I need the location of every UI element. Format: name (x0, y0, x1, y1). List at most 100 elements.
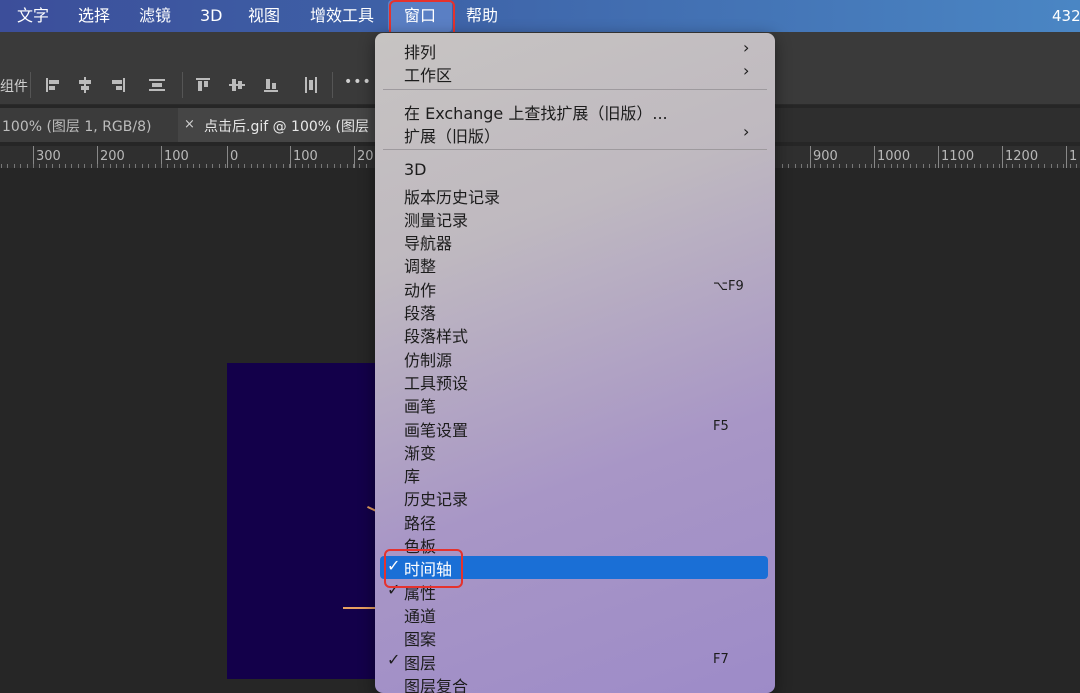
menu-item[interactable]: 调整 (375, 252, 775, 277)
menu-item[interactable]: 段落样式 (375, 322, 775, 347)
ruler-label: 20 (357, 149, 374, 164)
menu-item-label: 段落样式 (404, 327, 469, 347)
menu-item[interactable]: 仿制源 (375, 346, 775, 370)
menu-shortcut: ⌥F9 (713, 278, 744, 294)
ruler-label: 100 (293, 149, 318, 164)
menu-item[interactable]: 在 Exchange 上查找扩展（旧版）... (375, 99, 775, 123)
menu-item-label: 3D (404, 160, 427, 180)
menu-shortcut: F5 (713, 418, 729, 434)
document-tab-2[interactable]: × 点击后.gif @ 100% (图层 (178, 108, 378, 142)
menu-item-label: 历史记录 (404, 490, 469, 510)
ruler-major-tick (1066, 146, 1067, 168)
document-canvas[interactable] (227, 363, 377, 679)
menu-select[interactable]: 选择 (78, 0, 110, 32)
menu-item[interactable]: 版本历史记录 (375, 183, 775, 207)
separator (332, 72, 333, 98)
menu-item-label: 版本历史记录 (404, 187, 501, 207)
tab-title: 100% (图层 1, RGB/8) (2, 119, 152, 135)
menu-plugins[interactable]: 增效工具 (310, 0, 374, 32)
menu-item-label: 图层复合 (404, 676, 469, 693)
menu-help[interactable]: 帮助 (466, 0, 498, 32)
menu-item[interactable]: 测量记录 (375, 206, 775, 230)
ruler-label: 300 (36, 149, 61, 164)
submenu-chevron-icon: › (743, 121, 750, 141)
menu-item-label: 渐变 (404, 443, 437, 463)
separator (182, 72, 183, 98)
menu-filter[interactable]: 滤镜 (139, 0, 171, 32)
menu-item[interactable]: 图案 (375, 625, 775, 650)
menu-item-label: 段落 (404, 304, 437, 323)
menu-item[interactable]: 排列 › (375, 38, 775, 62)
menu-item-label: 调整 (404, 257, 437, 277)
menu-item[interactable]: 工作区 › (375, 61, 775, 86)
ruler-major-tick (874, 146, 875, 168)
separator (30, 72, 31, 98)
tab-title: 点击后.gif @ 100% (图层 (204, 119, 369, 135)
menu-item[interactable]: ✓ 图层 F7 (375, 649, 775, 673)
checkmark-icon: ✓ (387, 649, 401, 669)
menu-item[interactable]: 路径 (375, 509, 775, 533)
menu-view[interactable]: 视图 (248, 0, 280, 32)
submenu-chevron-icon: › (743, 61, 750, 81)
menu-item-label: 图案 (404, 630, 437, 650)
menu-item[interactable]: 图层复合 (375, 672, 775, 693)
menu-3d[interactable]: 3D (200, 0, 223, 32)
ruler-label: 1100 (941, 149, 975, 164)
menu-divider (383, 149, 767, 151)
ruler-label: 100 (164, 149, 189, 164)
ruler-major-tick (938, 146, 939, 168)
align-center-h-icon[interactable] (76, 76, 94, 94)
menu-item-label: 图层 (404, 653, 437, 673)
ruler-label: 1 (1069, 149, 1078, 164)
menu-item[interactable]: 动作 ⌥F9 (375, 276, 775, 300)
align-top-icon[interactable] (194, 76, 212, 94)
align-middle-v-icon[interactable] (228, 76, 246, 94)
menu-item[interactable]: 段落 (375, 299, 775, 323)
menu-item-label: 工具预设 (404, 373, 469, 393)
menu-item[interactable]: 库 (375, 462, 775, 487)
window-menu-dropdown: 排列 › 工作区 › 在 Exchange 上查找扩展（旧版）... 扩展（旧版） › 3D 版… (375, 33, 775, 693)
submenu-chevron-icon: › (743, 38, 750, 57)
menu-item-label: 路径 (404, 513, 437, 533)
menu-item-label: 在 Exchange 上查找扩展（旧版）... (404, 103, 668, 123)
align-left-icon[interactable] (44, 76, 62, 94)
menu-item-label: 导航器 (404, 234, 453, 254)
distribute-v-icon[interactable] (302, 76, 320, 94)
menu-item[interactable]: 工具预设 (375, 369, 775, 393)
ruler-label: 0 (230, 149, 239, 164)
close-icon[interactable]: × (184, 117, 195, 132)
menu-item-label: 扩展（旧版） (404, 126, 501, 146)
menu-item[interactable]: 画笔 (375, 392, 775, 416)
ruler-label: 900 (813, 149, 838, 164)
more-options-button[interactable]: ••• (344, 74, 372, 90)
menu-item-label: 动作 (404, 280, 437, 300)
menu-item[interactable]: 通道 (375, 602, 775, 626)
menu-item[interactable]: 扩展（旧版） › (375, 121, 775, 146)
ruler-major-tick (1002, 146, 1003, 168)
canvas-stroke (343, 607, 377, 609)
menu-item-label: 工作区 (404, 66, 453, 86)
ruler-major-tick (810, 146, 811, 168)
menu-item[interactable]: 画笔设置 F5 (375, 416, 775, 440)
menu-bar: 文字 选择 滤镜 3D 视图 增效工具 窗口 帮助 432 (0, 0, 1080, 32)
menu-item[interactable]: 导航器 (375, 229, 775, 254)
annotation-box-timeline (384, 549, 463, 588)
ruler-major-tick (227, 146, 228, 168)
menu-item-label: 画笔设置 (404, 420, 469, 440)
menubar-right-status: 432 (1052, 7, 1080, 25)
menu-item-label: 测量记录 (404, 210, 469, 230)
menu-text[interactable]: 文字 (17, 0, 49, 32)
options-label: 组件 (0, 79, 28, 95)
align-right-icon[interactable] (109, 76, 127, 94)
ruler-label: 1200 (1005, 149, 1039, 164)
ruler-major-tick (354, 146, 355, 168)
ruler-label: 200 (100, 149, 125, 164)
distribute-icon[interactable] (148, 76, 166, 94)
align-bottom-icon[interactable] (262, 76, 280, 94)
document-tab-1[interactable]: 100% (图层 1, RGB/8) × (0, 108, 193, 142)
menu-item[interactable]: 3D (375, 159, 775, 182)
menu-item-label: 库 (404, 467, 421, 487)
menu-item[interactable]: 渐变 (375, 439, 775, 463)
menu-item-label: 排列 (404, 43, 437, 62)
menu-item[interactable]: 历史记录 (375, 485, 775, 510)
